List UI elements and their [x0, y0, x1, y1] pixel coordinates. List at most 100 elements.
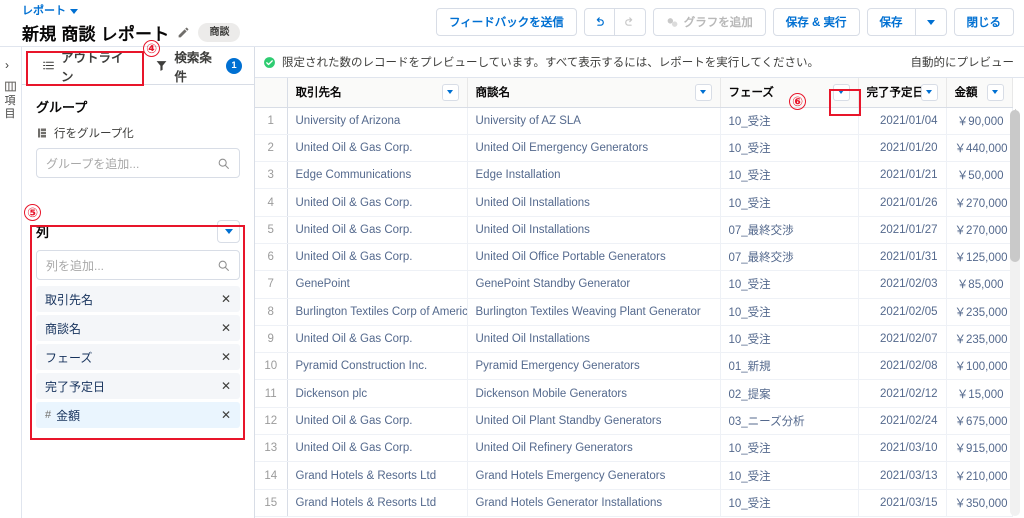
- table-row[interactable]: 12United Oil & Gas Corp.United Oil Plant…: [255, 407, 1012, 434]
- column-chip[interactable]: #金額✕: [36, 402, 240, 428]
- save-button[interactable]: 保存: [867, 8, 916, 36]
- row-number-cell: 4: [255, 189, 287, 216]
- cell-amount: ￥675,000: [946, 407, 1012, 434]
- table-row[interactable]: 7GenePointGenePoint Standby Generator10_…: [255, 271, 1012, 298]
- auto-preview-label[interactable]: 自動的にプレビュー: [911, 54, 1015, 70]
- column-chip-label: 取引先名: [45, 291, 221, 308]
- vertical-scrollbar[interactable]: [1010, 110, 1020, 516]
- cell-amount: ￥90,000: [946, 107, 1012, 134]
- cell-account: Grand Hotels & Resorts Ltd: [287, 462, 467, 489]
- cell-account: Pyramid Construction Inc.: [287, 353, 467, 380]
- column-menu-amount[interactable]: [987, 84, 1004, 101]
- row-number-cell: 2: [255, 134, 287, 161]
- column-menu-opportunity[interactable]: [695, 84, 712, 101]
- filter-icon: [155, 59, 168, 72]
- add-chart-button[interactable]: グラフを追加: [653, 8, 766, 36]
- report-builder-app: レポート 新規 商談 レポート 商談 フィードバックを送信: [0, 0, 1024, 518]
- cell-amount: ￥440,000: [946, 134, 1012, 161]
- chevron-down-icon: [225, 229, 233, 234]
- column-chip[interactable]: フェーズ✕: [36, 344, 240, 370]
- save-and-run-button[interactable]: 保存 & 実行: [773, 8, 860, 36]
- save-split-button: 保存: [867, 8, 947, 36]
- expand-panel-button[interactable]: ›: [5, 59, 9, 71]
- tab-outline[interactable]: アウトライン: [30, 48, 143, 84]
- fields-grid-icon[interactable]: [4, 80, 17, 93]
- remove-column-button[interactable]: ✕: [221, 380, 231, 392]
- table-row[interactable]: 2United Oil & Gas Corp.United Oil Emerge…: [255, 134, 1012, 161]
- cell-account: Dickenson plc: [287, 380, 467, 407]
- column-section: 列 列を追加... 取引先名✕商談名✕フェーズ✕完了予定日✕#金額✕: [36, 220, 240, 428]
- cell-stage: 10_受注: [720, 189, 858, 216]
- redo-button[interactable]: [615, 8, 646, 36]
- column-header-account[interactable]: 取引先名: [287, 78, 467, 107]
- column-section-menu-button[interactable]: [217, 220, 240, 243]
- column-menu-stage[interactable]: [833, 84, 850, 101]
- cell-account: Edge Communications: [287, 162, 467, 189]
- cell-amount: ￥235,000: [946, 325, 1012, 352]
- breadcrumb[interactable]: レポート: [22, 4, 240, 18]
- cell-opportunity: United Oil Emergency Generators: [467, 134, 720, 161]
- column-header-stage[interactable]: フェーズ: [720, 78, 858, 107]
- cell-stage: 10_受注: [720, 435, 858, 462]
- cell-stage: 10_受注: [720, 271, 858, 298]
- cell-amount: ￥210,000: [946, 462, 1012, 489]
- tab-filters[interactable]: 検索条件 1: [143, 48, 254, 84]
- remove-column-button[interactable]: ✕: [221, 322, 231, 334]
- success-check-icon: [263, 56, 276, 69]
- cell-close-date: 2021/03/13: [858, 462, 946, 489]
- add-group-input[interactable]: グループを追加...: [36, 148, 240, 178]
- cell-stage: 10_受注: [720, 489, 858, 516]
- remove-column-button[interactable]: ✕: [221, 351, 231, 363]
- scrollbar-thumb[interactable]: [1010, 110, 1020, 262]
- table-row[interactable]: 10Pyramid Construction Inc.Pyramid Emerg…: [255, 353, 1012, 380]
- cell-opportunity: Edge Installation: [467, 162, 720, 189]
- column-header-label: 完了予定日: [867, 84, 921, 100]
- cell-close-date: 2021/02/03: [858, 271, 946, 298]
- table-row[interactable]: 11Dickenson plcDickenson Mobile Generato…: [255, 380, 1012, 407]
- app-header: レポート 新規 商談 レポート 商談 フィードバックを送信: [0, 0, 1024, 47]
- column-chip[interactable]: 商談名✕: [36, 315, 240, 341]
- table-row[interactable]: 8Burlington Textiles Corp of AmericaBurl…: [255, 298, 1012, 325]
- table-row[interactable]: 13United Oil & Gas Corp.United Oil Refin…: [255, 435, 1012, 462]
- column-chip[interactable]: 取引先名✕: [36, 286, 240, 312]
- cell-stage: 01_新規: [720, 353, 858, 380]
- table-row[interactable]: 14Grand Hotels & Resorts LtdGrand Hotels…: [255, 462, 1012, 489]
- title-row: 新規 商談 レポート 商談: [22, 20, 240, 45]
- save-dropdown-button[interactable]: [916, 8, 947, 36]
- column-menu-account[interactable]: [442, 84, 459, 101]
- table-row[interactable]: 4United Oil & Gas Corp.United Oil Instal…: [255, 189, 1012, 216]
- chevron-down-icon: [447, 90, 453, 94]
- number-field-icon: #: [45, 409, 51, 421]
- table-row[interactable]: 6United Oil & Gas Corp.United Oil Office…: [255, 243, 1012, 270]
- column-header-amount[interactable]: 金額: [946, 78, 1012, 107]
- add-chart-label: グラフを追加: [684, 14, 753, 30]
- row-number-cell: 9: [255, 325, 287, 352]
- outline-sidebar: アウトライン 検索条件 1 グループ: [22, 47, 255, 518]
- send-feedback-button[interactable]: フィードバックを送信: [436, 8, 577, 36]
- table-row[interactable]: 9United Oil & Gas Corp.United Oil Instal…: [255, 325, 1012, 352]
- remove-column-button[interactable]: ✕: [221, 409, 231, 421]
- table-row[interactable]: 15Grand Hotels & Resorts LtdGrand Hotels…: [255, 489, 1012, 516]
- undo-button[interactable]: [584, 8, 615, 36]
- cell-opportunity: University of AZ SLA: [467, 107, 720, 134]
- cell-amount: ￥350,000: [946, 489, 1012, 516]
- group-rows-row: 行をグループ化: [36, 125, 240, 141]
- table-row[interactable]: 1University of ArizonaUniversity of AZ S…: [255, 107, 1012, 134]
- close-button[interactable]: 閉じる: [954, 8, 1015, 36]
- column-menu-close-date[interactable]: [921, 84, 938, 101]
- column-header-opportunity[interactable]: 商談名: [467, 78, 720, 107]
- column-header-close-date[interactable]: 完了予定日: [858, 78, 946, 107]
- group-section-title: グループ: [36, 97, 240, 116]
- table-row[interactable]: 5United Oil & Gas Corp.United Oil Instal…: [255, 216, 1012, 243]
- table-row[interactable]: 3Edge CommunicationsEdge Installation10_…: [255, 162, 1012, 189]
- cell-opportunity: Pyramid Emergency Generators: [467, 353, 720, 380]
- remove-column-button[interactable]: ✕: [221, 293, 231, 305]
- fields-rail-label[interactable]: 項目: [3, 95, 17, 121]
- add-column-input[interactable]: 列を追加...: [36, 250, 240, 280]
- page-title: 新規 商談 レポート: [22, 20, 169, 45]
- cell-stage: 03_ニーズ分析: [720, 407, 858, 434]
- edit-pencil-icon[interactable]: [177, 26, 190, 39]
- cell-close-date: 2021/02/05: [858, 298, 946, 325]
- cell-opportunity: Dickenson Mobile Generators: [467, 380, 720, 407]
- column-chip[interactable]: 完了予定日✕: [36, 373, 240, 399]
